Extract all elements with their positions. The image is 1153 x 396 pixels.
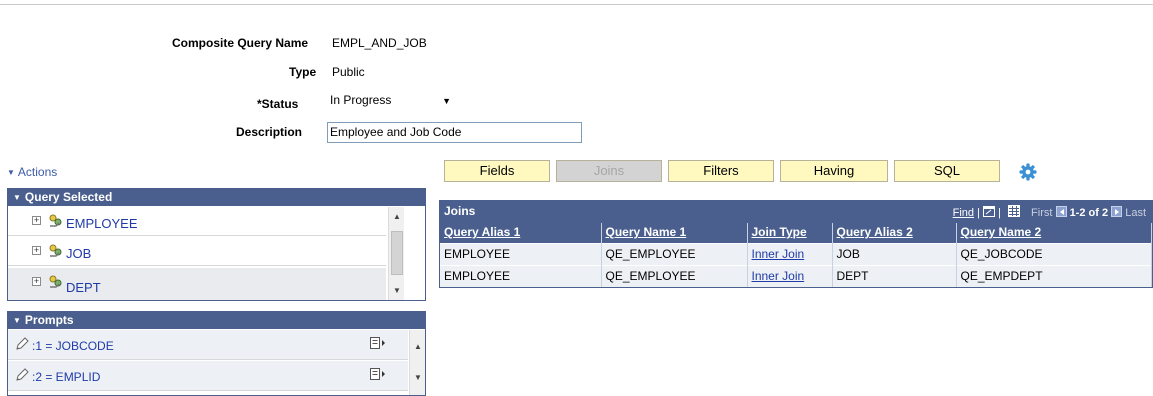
previous-arrow-icon xyxy=(1055,206,1067,217)
cell-query-alias-2: JOB xyxy=(832,242,957,265)
actions-label: Actions xyxy=(17,165,58,179)
prompt-edit-button-icon[interactable] xyxy=(370,368,386,381)
tab-fields[interactable]: Fields xyxy=(444,160,550,182)
tab-joins: Joins xyxy=(556,160,662,182)
top-divider xyxy=(0,4,1153,5)
view-all-icon[interactable] xyxy=(983,206,995,217)
joins-grid-title-bar: Joins Find | | First 1-2 of 2 Last xyxy=(440,201,1152,223)
cell-query-name-1: QE_EMPLOYEE xyxy=(601,264,748,287)
table-row: EMPLOYEE QE_EMPLOYEE Inner Join DEPT QE_… xyxy=(440,264,1152,287)
query-item-job[interactable]: + JOB xyxy=(8,237,386,266)
query-item-label: DEPT xyxy=(66,280,101,295)
collapse-triangle-icon: ▼ xyxy=(13,193,21,202)
dropdown-arrow-icon: ▼ xyxy=(442,96,451,106)
cell-query-name-2: QE_JOBCODE xyxy=(956,242,1152,265)
prompt-label: :1 = JOBCODE xyxy=(32,339,114,353)
col-query-alias-2[interactable]: Query Alias 2 xyxy=(832,223,957,243)
prompts-title: Prompts xyxy=(24,313,74,327)
cell-join-type-link[interactable]: Inner Join xyxy=(747,264,833,287)
expand-plus-icon[interactable]: + xyxy=(32,277,41,286)
prompt-item-emplid[interactable]: :2 = EMPLID xyxy=(8,361,408,391)
joins-header-row: Query Alias 1 Query Name 1 Join Type Que… xyxy=(440,223,1152,243)
cell-query-alias-2: DEPT xyxy=(832,264,957,287)
col-query-name-1[interactable]: Query Name 1 xyxy=(601,223,748,243)
record-tree-icon xyxy=(49,244,62,257)
status-label: *Status xyxy=(257,97,299,111)
description-label: Description xyxy=(236,125,303,139)
query-item-employee[interactable]: + EMPLOYEE xyxy=(8,207,386,236)
gear-icon[interactable] xyxy=(1019,163,1037,181)
status-select[interactable]: In Progress ▼ xyxy=(327,91,455,111)
record-tree-icon xyxy=(49,275,62,288)
scroll-up-icon[interactable]: ▲ xyxy=(410,339,425,355)
grid-navigation: Find | | First 1-2 of 2 Last xyxy=(953,205,1146,219)
row-range: 1-2 of 2 xyxy=(1069,207,1109,219)
prompts-header[interactable]: ▼ Prompts xyxy=(8,312,425,329)
prompts-panel: ▼ Prompts :1 = JOBCODE :2 = EMPLID ▲ ▼ xyxy=(7,311,426,396)
scroll-down-icon[interactable]: ▼ xyxy=(389,283,405,299)
find-link[interactable]: Find xyxy=(953,207,974,219)
table-row: EMPLOYEE QE_EMPLOYEE Inner Join JOB QE_J… xyxy=(440,242,1152,265)
pencil-icon xyxy=(16,337,29,350)
collapse-triangle-icon: ▼ xyxy=(7,168,15,177)
record-tree-icon xyxy=(49,214,62,227)
first-link: First xyxy=(1031,207,1053,219)
pencil-icon xyxy=(16,368,29,381)
col-join-type[interactable]: Join Type xyxy=(747,223,833,243)
joins-grid: Joins Find | | First 1-2 of 2 Last Query… xyxy=(439,200,1153,288)
nav-separator: | xyxy=(977,207,980,219)
cell-join-type-link[interactable]: Inner Join xyxy=(747,242,833,265)
col-query-name-2[interactable]: Query Name 2 xyxy=(956,223,1152,243)
query-selected-header[interactable]: ▼ Query Selected xyxy=(8,189,425,206)
scroll-up-icon[interactable]: ▲ xyxy=(389,209,405,225)
expand-plus-icon[interactable]: + xyxy=(32,246,41,255)
nav-separator: | xyxy=(998,207,1001,219)
joins-grid-title: Joins xyxy=(444,204,476,218)
query-selected-panel: ▼ Query Selected + EMPLOYEE + JOB + DEPT … xyxy=(7,188,426,301)
joins-table: Query Alias 1 Query Name 1 Join Type Que… xyxy=(440,223,1152,287)
collapse-triangle-icon: ▼ xyxy=(13,316,21,325)
cell-query-name-1: QE_EMPLOYEE xyxy=(601,242,748,265)
cell-query-alias-1: EMPLOYEE xyxy=(440,242,602,265)
tab-having[interactable]: Having xyxy=(780,160,888,182)
query-selected-title: Query Selected xyxy=(24,190,113,204)
actions-menu[interactable]: ▼ Actions xyxy=(7,165,57,179)
type-label: Type xyxy=(289,65,317,79)
prompt-item-jobcode[interactable]: :1 = JOBCODE xyxy=(8,330,408,360)
query-item-dept[interactable]: + DEPT xyxy=(8,268,386,300)
expand-plus-icon[interactable]: + xyxy=(32,216,41,225)
prompt-list-scrollbar[interactable]: ▲ ▼ xyxy=(409,330,425,395)
tab-filters[interactable]: Filters xyxy=(668,160,774,182)
next-arrow-icon xyxy=(1111,206,1123,217)
download-grid-icon[interactable] xyxy=(1007,205,1020,217)
description-input[interactable]: Employee and Job Code xyxy=(327,122,582,143)
col-query-alias-1[interactable]: Query Alias 1 xyxy=(440,223,602,243)
composite-query-name-label: Composite Query Name xyxy=(172,36,309,50)
prompt-label: :2 = EMPLID xyxy=(32,370,101,384)
query-item-label: JOB xyxy=(66,246,92,261)
cell-query-alias-1: EMPLOYEE xyxy=(440,264,602,287)
scroll-thumb[interactable] xyxy=(391,231,403,275)
tab-sql[interactable]: SQL xyxy=(894,160,1000,182)
query-item-label: EMPLOYEE xyxy=(66,216,138,231)
status-select-value: In Progress xyxy=(330,93,392,107)
last-link: Last xyxy=(1125,207,1146,219)
scroll-down-icon[interactable]: ▼ xyxy=(410,370,425,386)
query-list-scrollbar[interactable]: ▲ ▼ xyxy=(388,207,405,300)
composite-query-name-value: EMPL_AND_JOB xyxy=(332,36,427,50)
prompt-edit-button-icon[interactable] xyxy=(370,337,386,350)
cell-query-name-2: QE_EMPDEPT xyxy=(956,264,1152,287)
type-value: Public xyxy=(332,65,365,79)
